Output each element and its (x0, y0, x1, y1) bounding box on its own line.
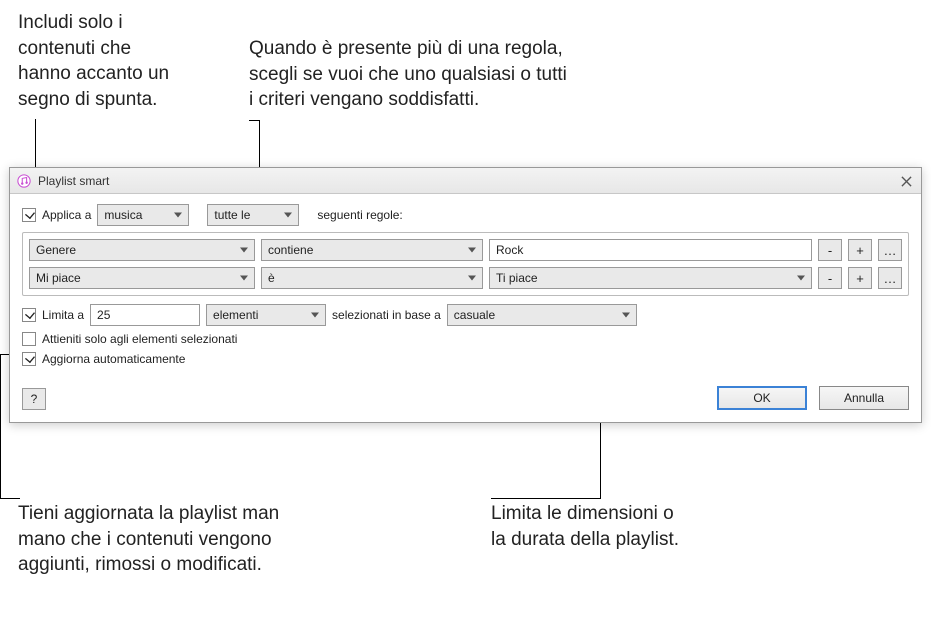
rule-row: Genere contiene Rock - + … (29, 239, 902, 261)
limit-checkbox[interactable] (22, 308, 36, 322)
live-update-checkbox[interactable] (22, 352, 36, 366)
callout-match-rules: Quando è presente più di una regola, sce… (249, 36, 669, 113)
limit-middle-label: selezionati in base a (332, 308, 441, 322)
dialog-titlebar: Playlist smart (10, 168, 921, 194)
rule-value-input[interactable]: Rock (489, 239, 812, 261)
limit-value-input[interactable]: 25 (90, 304, 200, 326)
only-checked-label: Attieniti solo agli elementi selezionati (42, 332, 237, 346)
media-type-select[interactable]: musica (97, 204, 189, 226)
live-update-label: Aggiorna automaticamente (42, 352, 185, 366)
callout-include-checked: Includi solo i contenuti che hanno accan… (18, 10, 228, 113)
apply-label: Applica a (42, 208, 91, 222)
ok-button[interactable]: OK (717, 386, 807, 410)
rule-row: Mi piace è Ti piace - + … (29, 267, 902, 289)
dialog-title: Playlist smart (38, 174, 109, 188)
rule-operator-select[interactable]: è (261, 267, 483, 289)
leader-line (249, 120, 259, 121)
limit-label: Limita a (42, 308, 84, 322)
apply-checkbox[interactable] (22, 208, 36, 222)
only-checked-checkbox[interactable] (22, 332, 36, 346)
remove-rule-button[interactable]: - (818, 267, 842, 289)
limit-unit-select[interactable]: elementi (206, 304, 326, 326)
help-button[interactable]: ? (22, 388, 46, 410)
rule-field-select[interactable]: Genere (29, 239, 255, 261)
leader-line (491, 498, 601, 499)
leader-line (0, 498, 20, 499)
rule-field-select[interactable]: Mi piace (29, 267, 255, 289)
limit-row: Limita a 25 elementi selezionati in base… (22, 304, 909, 326)
add-rule-button[interactable]: + (848, 239, 872, 261)
rule-operator-select[interactable]: contiene (261, 239, 483, 261)
only-checked-row: Attieniti solo agli elementi selezionati (22, 332, 909, 346)
match-mode-select[interactable]: tutte le (207, 204, 299, 226)
leader-line (35, 119, 36, 167)
limit-basis-select[interactable]: casuale (447, 304, 637, 326)
remove-rule-button[interactable]: - (818, 239, 842, 261)
add-rule-button[interactable]: + (848, 267, 872, 289)
cancel-button[interactable]: Annulla (819, 386, 909, 410)
live-update-row: Aggiorna automaticamente (22, 352, 909, 366)
rule-value-select[interactable]: Ti piace (489, 267, 812, 289)
dialog-body: Applica a musica tutte le seguenti regol… (10, 194, 921, 422)
apply-row: Applica a musica tutte le seguenti regol… (22, 204, 909, 226)
apply-suffix-label: seguenti regole: (317, 208, 402, 222)
smart-playlist-dialog: Playlist smart Applica a musica tutte le… (9, 167, 922, 423)
close-button[interactable] (897, 172, 915, 190)
rules-panel: Genere contiene Rock - + … Mi piace è Ti… (22, 232, 909, 296)
rule-more-button[interactable]: … (878, 239, 902, 261)
callout-live-update: Tieni aggiornata la playlist man mano ch… (18, 501, 378, 578)
rule-more-button[interactable]: … (878, 267, 902, 289)
callout-limit: Limita le dimensioni o la durata della p… (491, 501, 791, 552)
itunes-icon (16, 173, 32, 189)
leader-line (0, 354, 1, 499)
